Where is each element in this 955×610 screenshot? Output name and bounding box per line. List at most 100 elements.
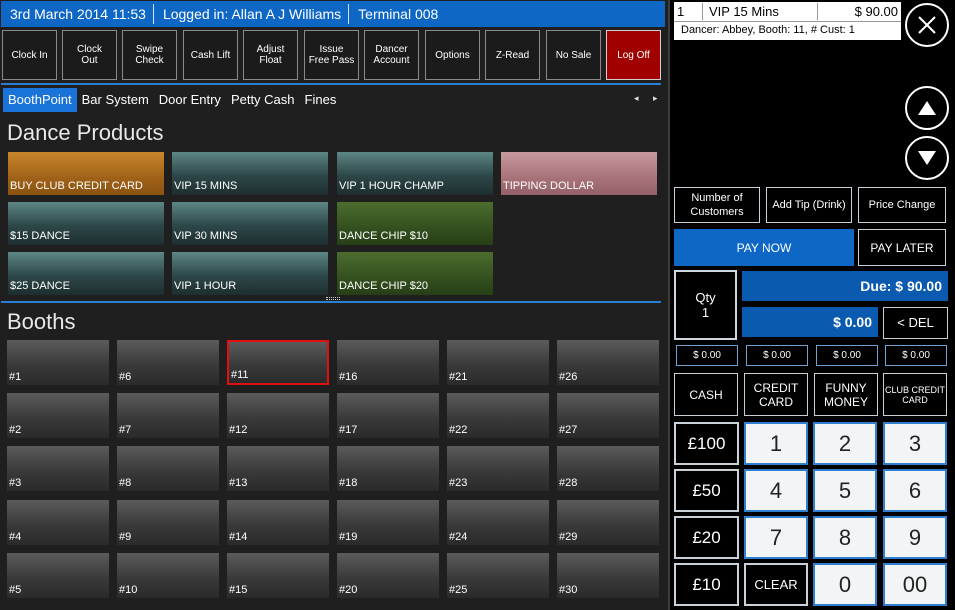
pay-later-button[interactable]: PAY LATER (858, 229, 946, 266)
booth-17-button[interactable]: #17 (337, 393, 439, 438)
tab-scroll-arrows-icon[interactable]: ◂ ▸ (634, 93, 664, 104)
payment-method-club-credit-card-button[interactable]: CLUB CREDIT CARD (883, 373, 947, 416)
delete-button[interactable]: < DEL (883, 307, 948, 339)
key-00-button[interactable]: 00 (883, 563, 947, 606)
note-20-button[interactable]: £20 (674, 516, 739, 559)
booth-20-button[interactable]: #20 (337, 553, 439, 598)
payment-method-funny-money-button[interactable]: FUNNY MONEY (814, 373, 878, 416)
product-vip-1-hour-button[interactable]: VIP 1 HOUR (172, 252, 328, 295)
log-off-button[interactable]: Log Off (606, 30, 661, 80)
booth-6-button[interactable]: #6 (117, 340, 219, 385)
key-6-button[interactable]: 6 (883, 469, 947, 512)
booth-23-button[interactable]: #23 (447, 446, 549, 491)
adjust-float-button[interactable]: Adjust Float (243, 30, 298, 80)
scroll-down-button[interactable] (905, 136, 949, 180)
product-25-dance-button[interactable]: $25 DANCE (8, 252, 164, 295)
booth-15-button[interactable]: #15 (227, 553, 329, 598)
booth-27-button[interactable]: #27 (557, 393, 659, 438)
booth-30-button[interactable]: #30 (557, 553, 659, 598)
product-vip-1-hour-champ-button[interactable]: VIP 1 HOUR CHAMP (337, 152, 493, 195)
pay-now-button[interactable]: PAY NOW (674, 229, 854, 266)
booth-21-button[interactable]: #21 (447, 340, 549, 385)
payment-method-cash-button[interactable]: CASH (674, 373, 738, 416)
tender-amount-4: $ 0.00 (885, 345, 947, 366)
tab-fines[interactable]: Fines (300, 88, 342, 112)
tab-boothpoint[interactable]: BoothPoint (3, 88, 77, 112)
booth-5-button[interactable]: #5 (7, 553, 109, 598)
payment-method-credit-card-button[interactable]: CREDIT CARD (744, 373, 808, 416)
clock-out-button[interactable]: Clock Out (62, 30, 117, 80)
product-dance-chip-20-button[interactable]: DANCE CHIP $20 (337, 252, 493, 295)
divider (1, 83, 661, 85)
number-of-customers-button[interactable]: Number of Customers (674, 187, 760, 223)
key-0-button[interactable]: 0 (813, 563, 877, 606)
options-button[interactable]: Options (425, 30, 480, 80)
logged-in-label: Logged in: Allan A J Williams (154, 4, 350, 24)
tab-door-entry[interactable]: Door Entry (154, 88, 226, 112)
dancer-account-button[interactable]: Dancer Account (364, 30, 419, 80)
booth-29-button[interactable]: #29 (557, 500, 659, 545)
note-10-button[interactable]: £10 (674, 563, 739, 606)
product-dance-chip-10-button[interactable]: DANCE CHIP $10 (337, 202, 493, 245)
no-sale-button[interactable]: No Sale (546, 30, 601, 80)
issue-free-pass-button[interactable]: Issue Free Pass (304, 30, 359, 80)
booth-7-button[interactable]: #7 (117, 393, 219, 438)
booth-9-button[interactable]: #9 (117, 500, 219, 545)
booth-14-button[interactable]: #14 (227, 500, 329, 545)
order-item-price: $ 90.00 (854, 4, 898, 19)
product-buy-club-credit-card-button[interactable]: BUY CLUB CREDIT CARD (8, 152, 164, 195)
booth-12-button[interactable]: #12 (227, 393, 329, 438)
booth-16-button[interactable]: #16 (337, 340, 439, 385)
key-9-button[interactable]: 9 (883, 516, 947, 559)
scroll-up-button[interactable] (905, 86, 949, 130)
splitter-grip-icon[interactable] (326, 297, 340, 300)
booth-24-button[interactable]: #24 (447, 500, 549, 545)
price-change-button[interactable]: Price Change (858, 187, 946, 223)
status-bar: 3rd March 2014 11:53 Logged in: Allan A … (1, 1, 665, 27)
add-tip-button[interactable]: Add Tip (Drink) (766, 187, 852, 223)
product-tipping-dollar-button[interactable]: TIPPING DOLLAR (501, 152, 657, 195)
booth-26-button[interactable]: #26 (557, 340, 659, 385)
clear-button[interactable]: CLEAR (744, 563, 808, 606)
product-15-dance-button[interactable]: $15 DANCE (8, 202, 164, 245)
product-vip-30-mins-button[interactable]: VIP 30 MINS (172, 202, 328, 245)
tab-bar-system[interactable]: Bar System (77, 88, 154, 112)
note-100-button[interactable]: £100 (674, 422, 739, 465)
section-splitter[interactable] (1, 301, 661, 303)
tab-petty-cash[interactable]: Petty Cash (226, 88, 300, 112)
key-2-button[interactable]: 2 (813, 422, 877, 465)
booth-18-button[interactable]: #18 (337, 446, 439, 491)
key-3-button[interactable]: 3 (883, 422, 947, 465)
key-4-button[interactable]: 4 (744, 469, 808, 512)
key-1-button[interactable]: 1 (744, 422, 808, 465)
key-5-button[interactable]: 5 (813, 469, 877, 512)
order-line[interactable]: 1 VIP 15 Mins $ 90.00 Dancer: Abbey, Boo… (674, 2, 901, 40)
note-50-button[interactable]: £50 (674, 469, 739, 512)
booth-25-button[interactable]: #25 (447, 553, 549, 598)
qty-display[interactable]: Qty 1 (674, 270, 737, 340)
booth-2-button[interactable]: #2 (7, 393, 109, 438)
booth-19-button[interactable]: #19 (337, 500, 439, 545)
key-8-button[interactable]: 8 (813, 516, 877, 559)
product-vip-15-mins-button[interactable]: VIP 15 MINS (172, 152, 328, 195)
booth-1-button[interactable]: #1 (7, 340, 109, 385)
booth-8-button[interactable]: #8 (117, 446, 219, 491)
swipe-check-button[interactable]: Swipe Check (122, 30, 177, 80)
booth-10-button[interactable]: #10 (117, 553, 219, 598)
booth-22-button[interactable]: #22 (447, 393, 549, 438)
amount-tendered: $ 0.00 (742, 307, 878, 337)
booth-13-button[interactable]: #13 (227, 446, 329, 491)
divider (702, 3, 703, 20)
close-button[interactable] (905, 3, 949, 47)
close-icon (918, 16, 936, 34)
booths-title: Booths (7, 309, 76, 334)
booth-11-button[interactable]: #11 (227, 340, 329, 385)
booth-28-button[interactable]: #28 (557, 446, 659, 491)
cash-lift-button[interactable]: Cash Lift (183, 30, 238, 80)
z-read-button[interactable]: Z-Read (485, 30, 540, 80)
clock-in-button[interactable]: Clock In (2, 30, 57, 80)
booth-3-button[interactable]: #3 (7, 446, 109, 491)
booth-4-button[interactable]: #4 (7, 500, 109, 545)
key-7-button[interactable]: 7 (744, 516, 808, 559)
qty-label: Qty (695, 290, 716, 305)
